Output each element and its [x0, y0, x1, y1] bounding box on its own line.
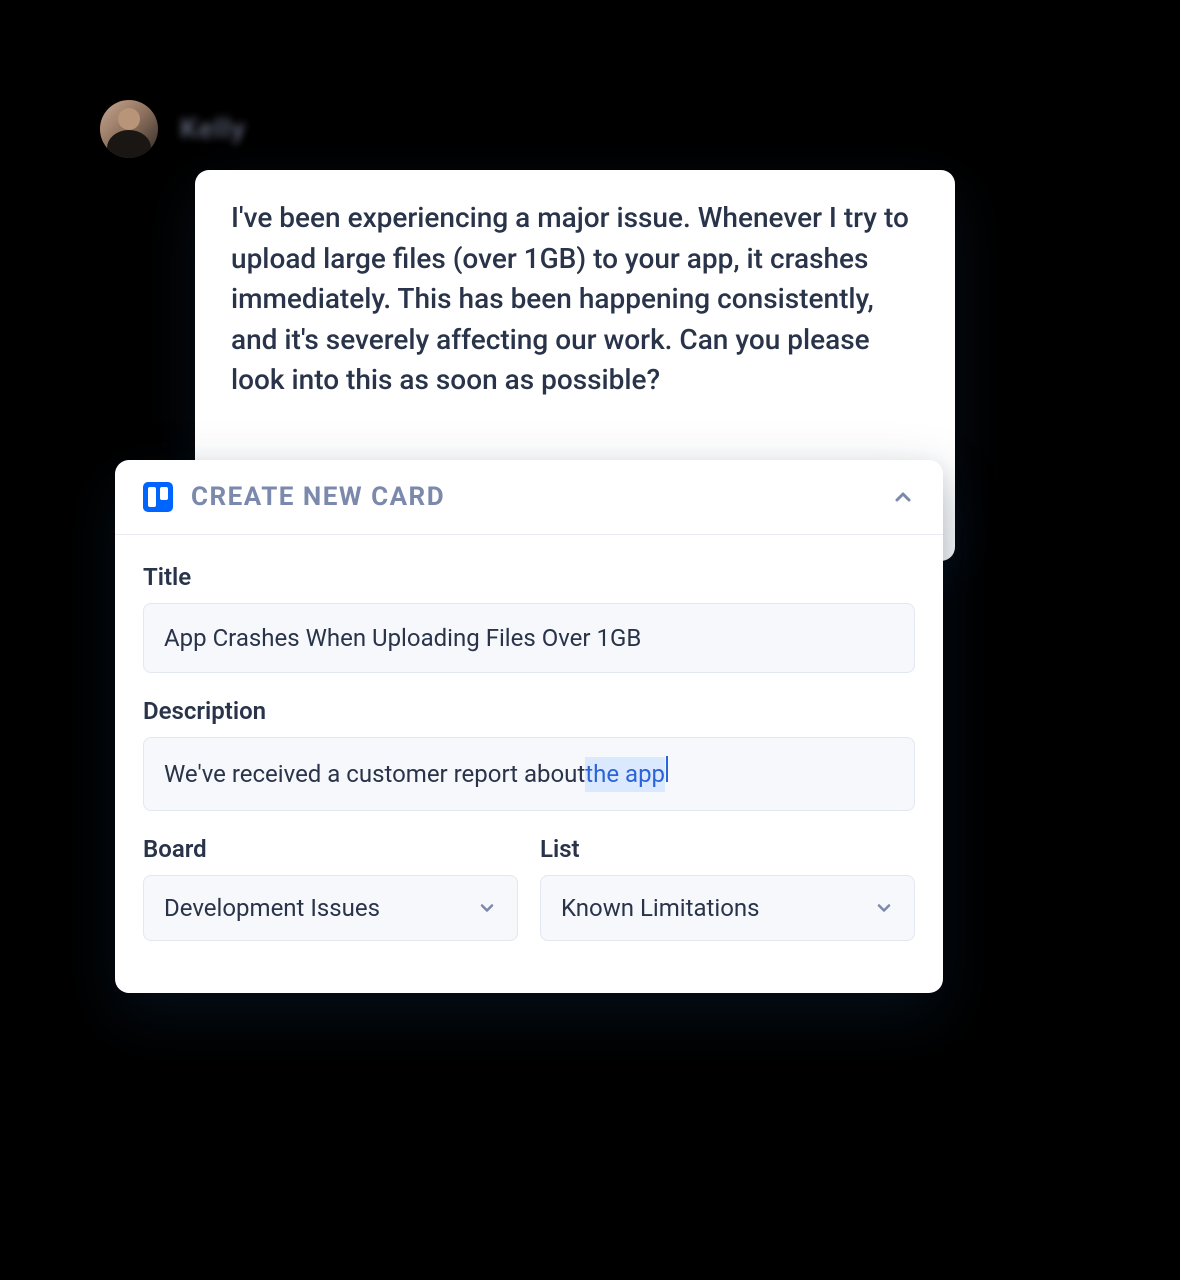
panel-header-title: CREATE NEW CARD: [191, 482, 873, 512]
chevron-up-icon[interactable]: [891, 485, 915, 509]
message-body: I've been experiencing a major issue. Wh…: [231, 198, 919, 401]
panel-body: Title Description We've received a custo…: [115, 535, 943, 993]
list-label: List: [540, 835, 915, 863]
message-header: Kelly: [100, 100, 246, 158]
list-value: Known Limitations: [561, 894, 760, 922]
trello-icon: [143, 482, 173, 512]
description-input[interactable]: We've received a customer report about t…: [143, 737, 915, 810]
chevron-down-icon: [477, 898, 497, 918]
description-text-highlight: the app: [585, 757, 665, 791]
text-cursor: [666, 756, 668, 782]
panel-header[interactable]: CREATE NEW CARD: [115, 460, 943, 535]
list-select[interactable]: Known Limitations: [540, 875, 915, 941]
board-label: Board: [143, 835, 518, 863]
board-field-group: Board Development Issues: [143, 835, 518, 941]
list-field-group: List Known Limitations: [540, 835, 915, 941]
title-field-group: Title: [143, 563, 915, 673]
chevron-down-icon: [874, 898, 894, 918]
description-label: Description: [143, 697, 915, 725]
board-list-row: Board Development Issues List Known Limi…: [143, 835, 915, 965]
board-select[interactable]: Development Issues: [143, 875, 518, 941]
description-text-prefix: We've received a customer report about: [164, 758, 585, 790]
title-input[interactable]: [143, 603, 915, 673]
board-value: Development Issues: [164, 894, 380, 922]
description-field-group: Description We've received a customer re…: [143, 697, 915, 810]
create-card-panel: CREATE NEW CARD Title Description We've …: [115, 460, 943, 993]
message-author: Kelly: [180, 100, 246, 158]
avatar: [100, 100, 158, 158]
title-label: Title: [143, 563, 915, 591]
